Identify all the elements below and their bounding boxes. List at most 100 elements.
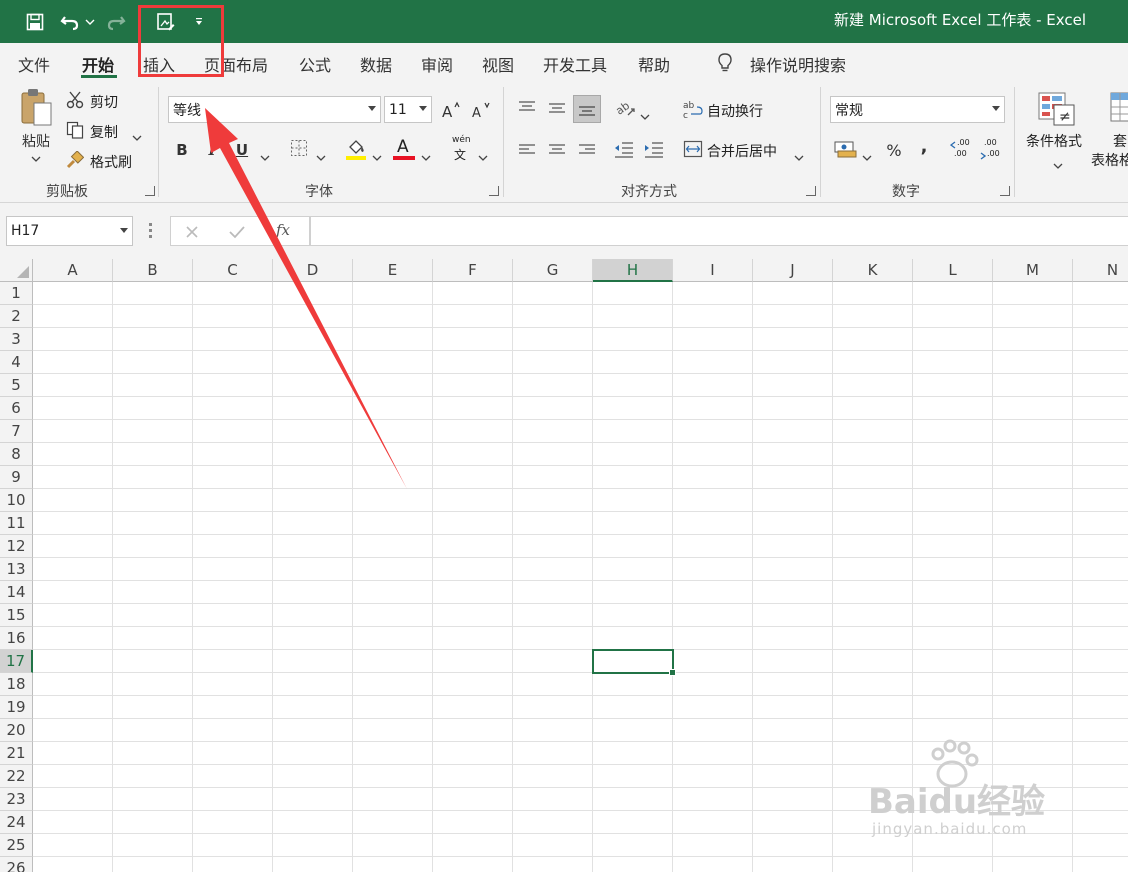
cell-h16[interactable]	[593, 627, 673, 650]
cell-d1[interactable]	[273, 282, 353, 305]
cell-k9[interactable]	[833, 466, 913, 489]
cell-j19[interactable]	[753, 696, 833, 719]
row-header-23[interactable]: 23	[0, 788, 33, 811]
column-header-h[interactable]: H	[593, 259, 673, 282]
cell-h14[interactable]	[593, 581, 673, 604]
row-header-5[interactable]: 5	[0, 374, 33, 397]
tab-review[interactable]: 审阅	[421, 52, 453, 76]
cell-k1[interactable]	[833, 282, 913, 305]
merge-dropdown-icon[interactable]	[794, 147, 804, 166]
cell-d4[interactable]	[273, 351, 353, 374]
cell-j18[interactable]	[753, 673, 833, 696]
cell-h4[interactable]	[593, 351, 673, 374]
cell-e23[interactable]	[353, 788, 433, 811]
fill-color-icon[interactable]	[345, 137, 367, 165]
cell-e26[interactable]	[353, 857, 433, 872]
cell-c24[interactable]	[193, 811, 273, 834]
column-header-a[interactable]: A	[33, 259, 113, 282]
cell-i14[interactable]	[673, 581, 753, 604]
cell-e24[interactable]	[353, 811, 433, 834]
cell-k8[interactable]	[833, 443, 913, 466]
tab-data[interactable]: 数据	[360, 52, 392, 76]
align-right-icon[interactable]	[577, 141, 597, 163]
cell-k4[interactable]	[833, 351, 913, 374]
cell-l9[interactable]	[913, 466, 993, 489]
cell-k20[interactable]	[833, 719, 913, 742]
cell-i5[interactable]	[673, 374, 753, 397]
cell-f21[interactable]	[433, 742, 513, 765]
cell-n4[interactable]	[1073, 351, 1128, 374]
cell-m9[interactable]	[993, 466, 1073, 489]
cell-d17[interactable]	[273, 650, 353, 673]
cell-b3[interactable]	[113, 328, 193, 351]
cell-b24[interactable]	[113, 811, 193, 834]
cell-j1[interactable]	[753, 282, 833, 305]
cell-b17[interactable]	[113, 650, 193, 673]
cell-e13[interactable]	[353, 558, 433, 581]
cell-g5[interactable]	[513, 374, 593, 397]
cell-g6[interactable]	[513, 397, 593, 420]
cell-h11[interactable]	[593, 512, 673, 535]
cell-n15[interactable]	[1073, 604, 1128, 627]
row-header-21[interactable]: 21	[0, 742, 33, 765]
row-header-19[interactable]: 19	[0, 696, 33, 719]
cell-g25[interactable]	[513, 834, 593, 857]
cell-a24[interactable]	[33, 811, 113, 834]
cell-c8[interactable]	[193, 443, 273, 466]
cell-c5[interactable]	[193, 374, 273, 397]
cell-m8[interactable]	[993, 443, 1073, 466]
accounting-dropdown-icon[interactable]	[862, 147, 872, 166]
cell-h18[interactable]	[593, 673, 673, 696]
cell-h10[interactable]	[593, 489, 673, 512]
cell-h3[interactable]	[593, 328, 673, 351]
cell-g8[interactable]	[513, 443, 593, 466]
cell-h6[interactable]	[593, 397, 673, 420]
bold-button[interactable]: B	[172, 139, 192, 161]
cell-l13[interactable]	[913, 558, 993, 581]
cell-n19[interactable]	[1073, 696, 1128, 719]
cell-h9[interactable]	[593, 466, 673, 489]
cell-e21[interactable]	[353, 742, 433, 765]
cell-j20[interactable]	[753, 719, 833, 742]
cell-k12[interactable]	[833, 535, 913, 558]
cell-c16[interactable]	[193, 627, 273, 650]
cell-i8[interactable]	[673, 443, 753, 466]
font-name-combo[interactable]: 等线	[168, 96, 381, 123]
row-header-6[interactable]: 6	[0, 397, 33, 420]
cell-g2[interactable]	[513, 305, 593, 328]
cell-g9[interactable]	[513, 466, 593, 489]
row-header-25[interactable]: 25	[0, 834, 33, 857]
cell-b1[interactable]	[113, 282, 193, 305]
row-header-10[interactable]: 10	[0, 489, 33, 512]
cell-a14[interactable]	[33, 581, 113, 604]
cell-c22[interactable]	[193, 765, 273, 788]
cell-b13[interactable]	[113, 558, 193, 581]
cell-g13[interactable]	[513, 558, 593, 581]
cell-f24[interactable]	[433, 811, 513, 834]
cell-g3[interactable]	[513, 328, 593, 351]
cell-i23[interactable]	[673, 788, 753, 811]
cell-d10[interactable]	[273, 489, 353, 512]
cell-j10[interactable]	[753, 489, 833, 512]
cell-m26[interactable]	[993, 857, 1073, 872]
cell-l16[interactable]	[913, 627, 993, 650]
cell-d20[interactable]	[273, 719, 353, 742]
cell-f23[interactable]	[433, 788, 513, 811]
cell-j22[interactable]	[753, 765, 833, 788]
cell-m5[interactable]	[993, 374, 1073, 397]
row-header-4[interactable]: 4	[0, 351, 33, 374]
cell-d26[interactable]	[273, 857, 353, 872]
formula-bar-grip[interactable]	[149, 223, 152, 239]
conditional-formatting-button[interactable]: 条件格式	[1026, 131, 1082, 151]
cell-g19[interactable]	[513, 696, 593, 719]
cell-m7[interactable]	[993, 420, 1073, 443]
cell-b16[interactable]	[113, 627, 193, 650]
cell-a3[interactable]	[33, 328, 113, 351]
cell-n3[interactable]	[1073, 328, 1128, 351]
cell-m3[interactable]	[993, 328, 1073, 351]
cell-g12[interactable]	[513, 535, 593, 558]
font-size-combo[interactable]: 11	[384, 96, 432, 123]
alignment-launcher-icon[interactable]	[806, 186, 816, 196]
cell-k10[interactable]	[833, 489, 913, 512]
cell-f17[interactable]	[433, 650, 513, 673]
